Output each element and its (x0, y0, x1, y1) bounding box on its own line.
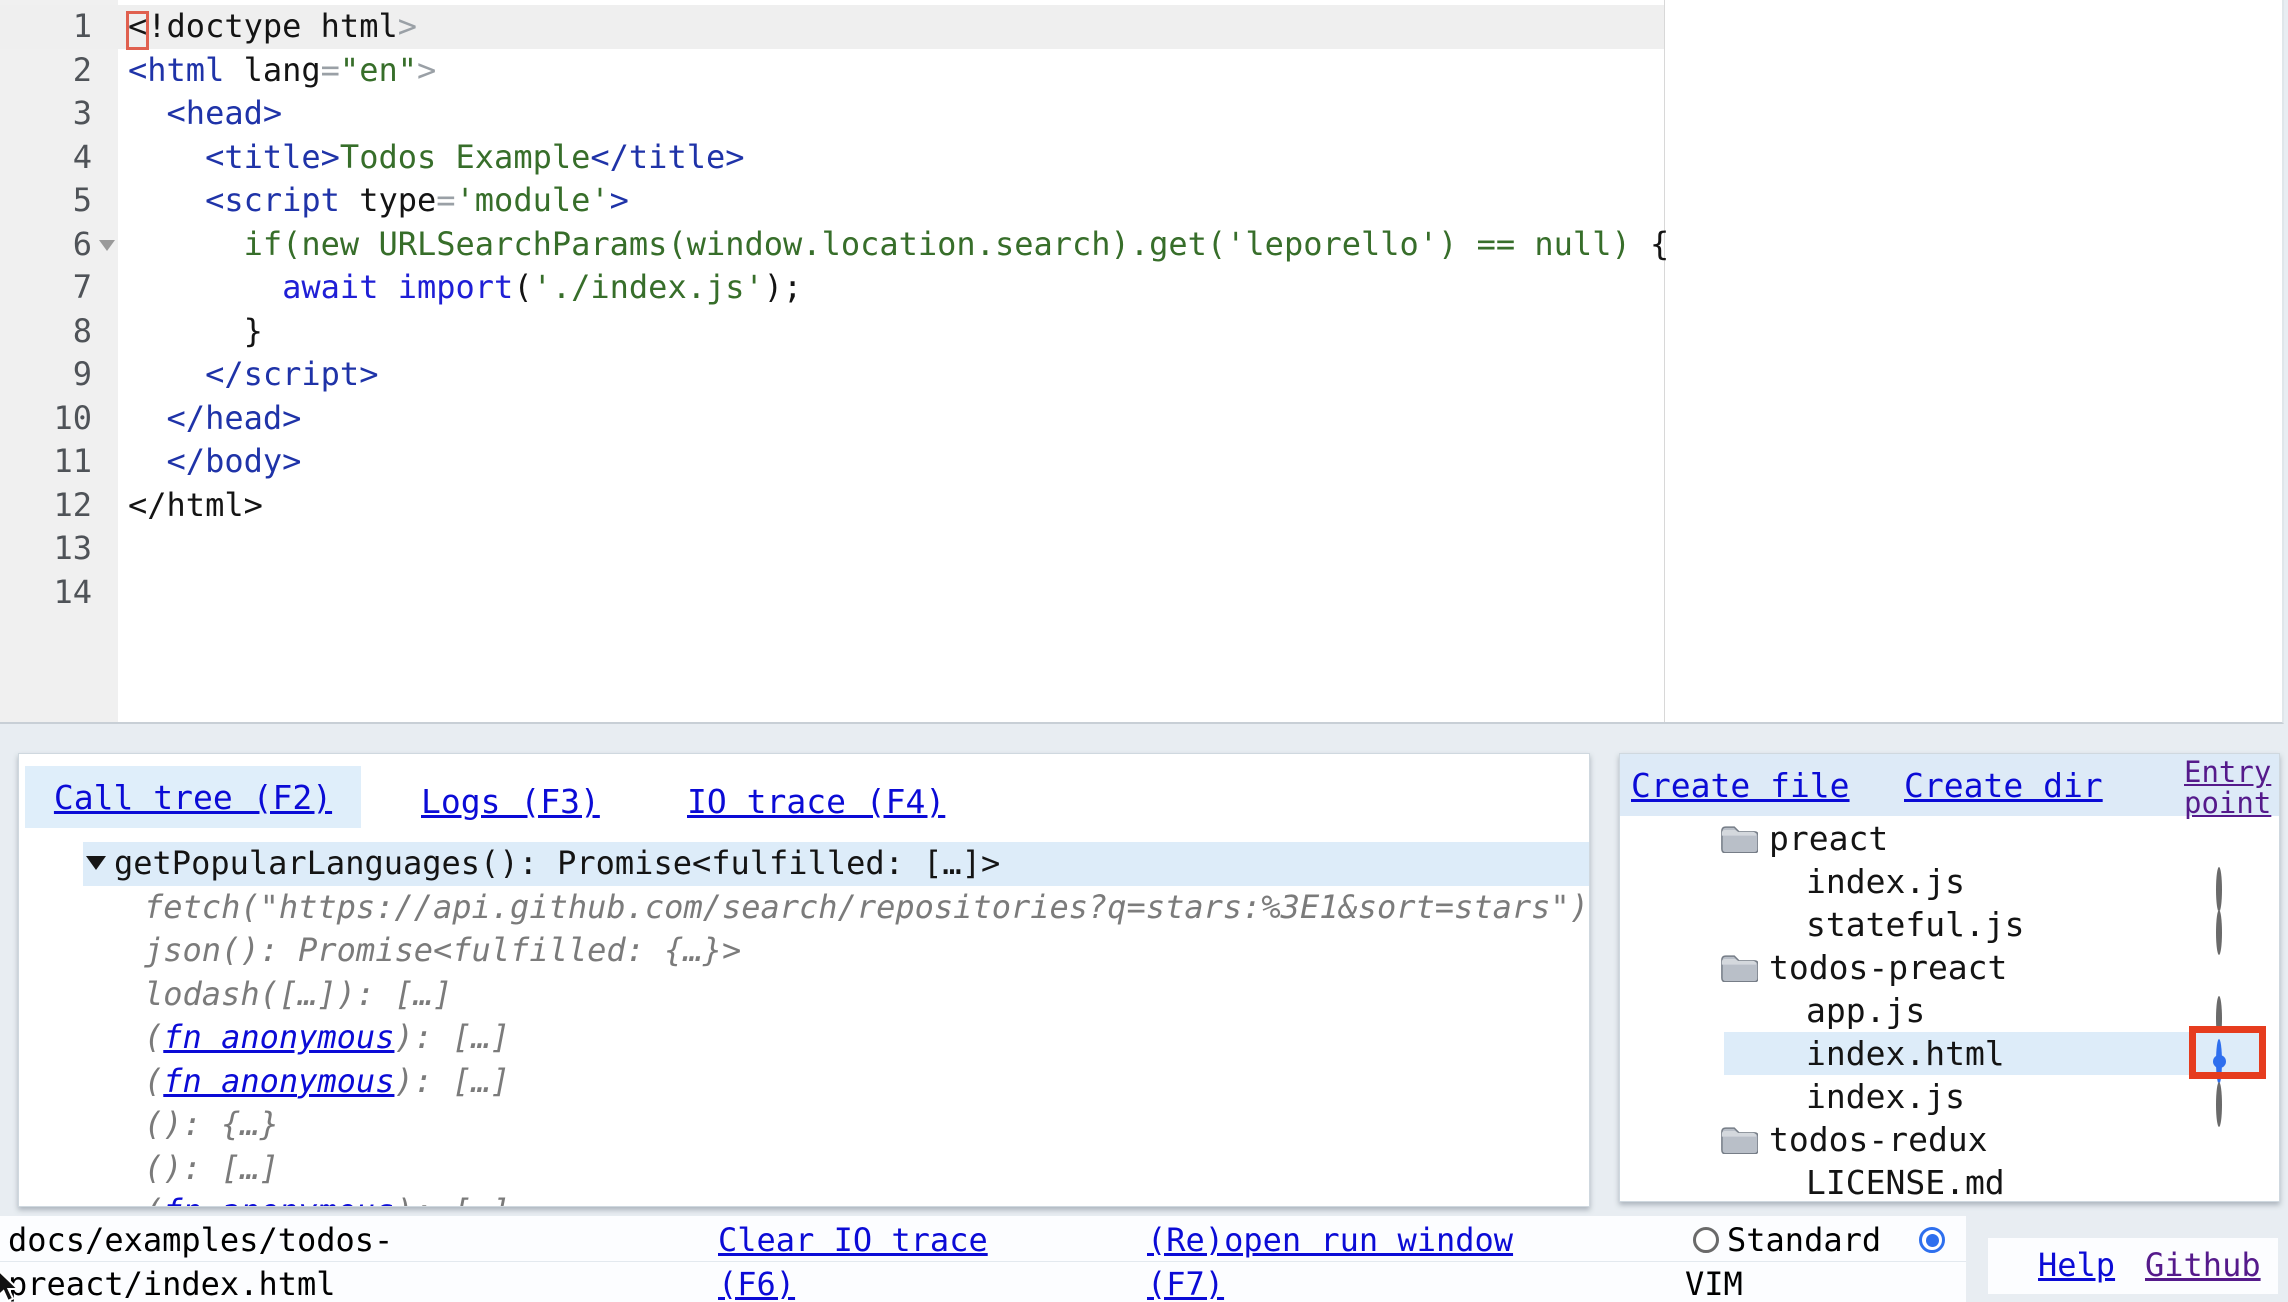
call-tree-rows: getPopularLanguages(): Promise<fulfilled… (19, 842, 1589, 1207)
line-number: 6 (0, 223, 92, 267)
collapse-arrow-icon[interactable] (86, 856, 106, 870)
call-tree-row[interactable]: fetch("https://api.github.com/search/rep… (19, 886, 1589, 930)
keybinding-standard-radio[interactable] (1693, 1227, 1719, 1253)
file-row-selected[interactable]: index.html (1620, 1032, 2279, 1075)
close-head-tag: </head> (167, 399, 302, 437)
code-line: <script type='module'> (128, 179, 1669, 223)
file-tree: preact index.js stateful.js todos-preact… (1620, 817, 2279, 1202)
help-link[interactable]: Help (2038, 1243, 2115, 1287)
code-line: <html lang="en"> (128, 49, 1669, 93)
line-number: 11 (0, 440, 92, 484)
entry-point-link[interactable]: Entry point (2184, 757, 2271, 819)
folder-icon (1720, 824, 1758, 853)
call-tree-row[interactable]: lodash([…]): […] (19, 973, 1589, 1017)
folder-icon (1720, 953, 1758, 982)
code-content[interactable]: <!doctype html> <html lang="en"> <head> … (128, 5, 1669, 614)
folder-icon (1720, 1125, 1758, 1154)
reopen-run-window-button-key[interactable]: (F7) (1147, 1262, 1224, 1302)
line-number: 5 (0, 179, 92, 223)
code-line: </head> (128, 397, 1669, 441)
clear-io-trace-button-key[interactable]: (F6) (718, 1262, 795, 1302)
reopen-run-window-button[interactable]: (Re)open run window (1147, 1218, 1513, 1262)
call-tree-row[interactable]: (fn anonymous): […] (19, 1190, 1589, 1207)
file-row-folder[interactable]: preact (1620, 817, 2279, 860)
file-row[interactable]: stateful.js (1620, 903, 2279, 946)
file-row[interactable]: LICENSE.md (1620, 1161, 2279, 1202)
tab-io-trace[interactable]: IO trace (F4) (687, 782, 945, 821)
create-file-button[interactable]: Create file (1631, 766, 1850, 805)
fn-anonymous-link[interactable]: fn anonymous (163, 1062, 394, 1100)
line-number: 12 (0, 484, 92, 528)
clear-io-trace-button[interactable]: Clear IO trace (718, 1218, 988, 1262)
leporello-app: 1 2 3 4 5 6 7 8 9 10 11 12 13 14 <!docty… (0, 0, 2288, 1302)
fold-arrow-icon[interactable] (99, 240, 115, 251)
line-number: 3 (0, 92, 92, 136)
github-link[interactable]: Github (2145, 1243, 2261, 1287)
call-tree-row[interactable]: (): {…} (19, 1103, 1589, 1147)
line-number: 9 (0, 353, 92, 397)
code-line: await import('./index.js'); (128, 266, 1669, 310)
text-cursor: < (128, 7, 147, 45)
call-tree-row[interactable]: json(): Promise<fulfilled: {…}> (19, 929, 1589, 973)
code-line (128, 527, 1669, 571)
file-row-folder[interactable]: todos-preact (1620, 946, 2279, 989)
line-number: 10 (0, 397, 92, 441)
call-tree-row-selected[interactable]: getPopularLanguages(): Promise<fulfilled… (83, 842, 1589, 886)
line-number: 2 (0, 49, 92, 93)
call-tree-panel: Call tree (F2) Logs (F3) IO trace (F4) g… (18, 753, 1590, 1207)
code-editor[interactable]: 1 2 3 4 5 6 7 8 9 10 11 12 13 14 <!docty… (0, 0, 2284, 724)
fn-anonymous-link[interactable]: fn anonymous (163, 1192, 394, 1207)
code-line: <!doctype html> (128, 5, 1669, 49)
line-number: 13 (0, 527, 92, 571)
file-row[interactable]: index.js (1620, 1075, 2279, 1118)
line-number: 14 (0, 571, 92, 615)
keybinding-standard-label: Standard (1727, 1218, 1881, 1262)
call-tree-row[interactable]: (): […] (19, 1147, 1589, 1191)
line-number: 8 (0, 310, 92, 354)
call-tree-row[interactable]: (fn anonymous): […] (19, 1016, 1589, 1060)
code-line: </html> (128, 484, 1669, 528)
entry-point-highlight-box (2189, 1026, 2266, 1079)
file-browser-panel: Create file Create dir Entry point preac… (1619, 753, 2280, 1202)
call-tree-row[interactable]: (fn anonymous): […] (19, 1060, 1589, 1104)
file-row[interactable]: index.js (1620, 860, 2279, 903)
keybinding-vim-radio[interactable] (1919, 1227, 1945, 1253)
line-number: 1 (0, 5, 92, 49)
code-line: </script> (128, 353, 1669, 397)
code-line: if(new URLSearchParams(window.location.s… (128, 223, 1669, 267)
tab-logs[interactable]: Logs (F3) (421, 782, 600, 821)
line-number: 4 (0, 136, 92, 180)
file-row[interactable]: app.js (1620, 989, 2279, 1032)
current-file-path-line1: docs/examples/todos- (8, 1218, 393, 1262)
code-line: } (128, 310, 1669, 354)
code-line (128, 571, 1669, 615)
current-file-path-line2: preact/index.html (8, 1262, 336, 1302)
fn-anonymous-link[interactable]: fn anonymous (163, 1018, 394, 1056)
keybinding-vim-label: VIM (1685, 1262, 1743, 1302)
create-dir-button[interactable]: Create dir (1904, 766, 2103, 805)
line-number: 7 (0, 266, 92, 310)
file-row-folder[interactable]: todos-redux (1620, 1118, 2279, 1161)
file-browser-header: Create file Create dir Entry point (1620, 754, 2279, 816)
code-line: <head> (128, 92, 1669, 136)
mouse-cursor (0, 1266, 21, 1302)
code-line: </body> (128, 440, 1669, 484)
code-line: <title>Todos Example</title> (128, 136, 1669, 180)
tab-call-tree[interactable]: Call tree (F2) (25, 766, 361, 828)
line-numbers: 1 2 3 4 5 6 7 8 9 10 11 12 13 14 (0, 5, 92, 614)
